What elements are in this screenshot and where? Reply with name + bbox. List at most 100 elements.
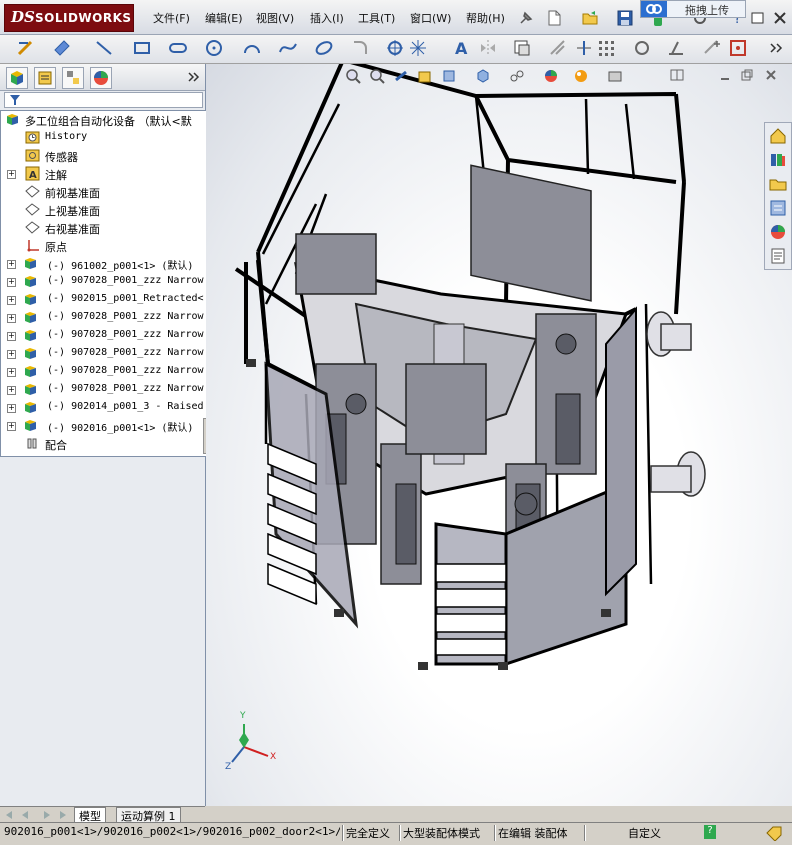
- expand-toggle-icon[interactable]: +: [7, 278, 16, 287]
- view-orientation-icon[interactable]: [441, 68, 457, 84]
- text-icon[interactable]: A: [452, 38, 472, 58]
- offset-entities-icon[interactable]: [512, 38, 532, 58]
- new-document-icon[interactable]: [544, 8, 564, 28]
- menu-tools[interactable]: 工具(T): [358, 10, 395, 26]
- sketch-icon[interactable]: [16, 38, 36, 58]
- expand-toggle-icon[interactable]: +: [7, 332, 16, 341]
- tree-item[interactable]: 上视基准面: [1, 201, 206, 219]
- close-document-icon[interactable]: [764, 68, 778, 82]
- toolbar-overflow-icon[interactable]: [766, 38, 786, 58]
- circle-icon[interactable]: [204, 38, 224, 58]
- tree-item[interactable]: + (-) 907028_P001_zzz Narrow: [1, 309, 206, 327]
- move-entities-icon[interactable]: [632, 38, 652, 58]
- slot-icon[interactable]: [168, 38, 188, 58]
- solidworks-resources-icon[interactable]: [768, 126, 788, 146]
- file-explorer-icon[interactable]: [768, 174, 788, 194]
- zoom-to-fit-icon[interactable]: [345, 68, 361, 84]
- rebuild-tag-icon[interactable]: [764, 825, 784, 842]
- pin-icon[interactable]: [516, 8, 536, 28]
- tree-item[interactable]: 传感器: [1, 147, 206, 165]
- display-style-icon[interactable]: [475, 68, 491, 84]
- custom-properties-icon[interactable]: [768, 246, 788, 266]
- panel-expand-icon[interactable]: [186, 69, 200, 85]
- tree-item[interactable]: History: [1, 129, 206, 147]
- menu-file[interactable]: 文件(F): [153, 10, 190, 26]
- tree-item[interactable]: 原点: [1, 237, 206, 255]
- status-units[interactable]: 自定义: [628, 825, 661, 841]
- tree-item[interactable]: + (-) 902016_p001<1> (默认): [1, 417, 206, 435]
- property-manager-tab-icon[interactable]: [34, 67, 56, 89]
- apply-scene-icon[interactable]: [573, 68, 589, 84]
- line-icon[interactable]: [94, 38, 114, 58]
- feature-tree-tab-icon[interactable]: [6, 67, 28, 89]
- ellipse-icon[interactable]: [314, 38, 334, 58]
- graphics-area[interactable]: Y X Z: [206, 64, 792, 806]
- tree-item[interactable]: 配合: [1, 435, 206, 453]
- tree-filter-field[interactable]: [4, 92, 203, 108]
- rectangle-icon[interactable]: [132, 38, 152, 58]
- centerline-icon[interactable]: [408, 38, 428, 58]
- linear-pattern-icon[interactable]: [596, 38, 616, 58]
- tree-item[interactable]: + A 注解: [1, 165, 206, 183]
- section-view-icon[interactable]: [417, 68, 433, 84]
- arc-icon[interactable]: [242, 38, 262, 58]
- menu-view[interactable]: 视图(V): [256, 10, 294, 26]
- tree-item[interactable]: + (-) 907028_P001_zzz Narrow: [1, 327, 206, 345]
- display-relations-icon[interactable]: [666, 38, 686, 58]
- solidworks-logo[interactable]: DS SOLIDWORKS: [4, 4, 134, 32]
- mirror-icon[interactable]: [478, 38, 498, 58]
- save-icon[interactable]: [615, 8, 635, 28]
- expand-toggle-icon[interactable]: +: [7, 386, 16, 395]
- expand-toggle-icon[interactable]: +: [7, 350, 16, 359]
- menu-help[interactable]: 帮助(H): [466, 10, 505, 26]
- add-relation-icon[interactable]: [702, 38, 722, 58]
- appearances-icon[interactable]: [768, 222, 788, 242]
- tree-item[interactable]: + (-) 961002_p001<1> (默认): [1, 255, 206, 273]
- repair-sketch-icon[interactable]: [728, 38, 748, 58]
- fillet-icon[interactable]: [350, 38, 370, 58]
- drag-upload-button[interactable]: 拖拽上传: [640, 0, 746, 18]
- view-palette-icon[interactable]: [768, 198, 788, 218]
- smart-dimension-icon[interactable]: [52, 38, 72, 58]
- configuration-manager-tab-icon[interactable]: [62, 67, 84, 89]
- expand-toggle-icon[interactable]: +: [7, 368, 16, 377]
- restore-document-icon[interactable]: [740, 68, 754, 82]
- restore-window-icon[interactable]: [748, 8, 768, 28]
- tab-scroll-arrows[interactable]: [4, 809, 70, 821]
- menu-insert[interactable]: 插入(I): [310, 10, 344, 26]
- tree-item[interactable]: + (-) 902014_p001_3 - Raised: [1, 399, 206, 417]
- zoom-to-area-icon[interactable]: [369, 68, 385, 84]
- menu-window[interactable]: 窗口(W): [410, 10, 451, 26]
- previous-view-icon[interactable]: [393, 68, 409, 84]
- tree-item[interactable]: 右视基准面: [1, 219, 206, 237]
- close-window-icon[interactable]: [770, 8, 790, 28]
- open-folder-icon[interactable]: [580, 8, 600, 28]
- design-library-icon[interactable]: [768, 150, 788, 170]
- expand-toggle-icon[interactable]: +: [7, 296, 16, 305]
- point-icon[interactable]: [385, 38, 405, 58]
- hide-show-items-icon[interactable]: [509, 68, 525, 84]
- expand-toggle-icon[interactable]: +: [7, 260, 16, 269]
- tree-root[interactable]: 多工位组合自动化设备 （默认<默: [1, 111, 206, 129]
- tree-item[interactable]: + (-) 907028_P001_zzz Narrow: [1, 363, 206, 381]
- tree-item[interactable]: + (-) 907028_P001_zzz Narrow: [1, 273, 206, 291]
- convert-entities-icon[interactable]: [548, 38, 568, 58]
- status-help-icon[interactable]: ?: [704, 825, 716, 839]
- menu-edit[interactable]: 编辑(E): [205, 10, 243, 26]
- expand-toggle-icon[interactable]: +: [7, 422, 16, 431]
- trim-icon[interactable]: [574, 38, 594, 58]
- minimize-document-icon[interactable]: [718, 68, 732, 82]
- view-settings-icon[interactable]: [607, 68, 623, 84]
- expand-toggle-icon[interactable]: +: [7, 170, 16, 179]
- tree-item[interactable]: 前视基准面: [1, 183, 206, 201]
- display-manager-tab-icon[interactable]: [90, 67, 112, 89]
- split-view-icon[interactable]: [670, 68, 684, 82]
- tree-item[interactable]: + (-) 907028_P001_zzz Narrow: [1, 345, 206, 363]
- tree-item[interactable]: + (-) 907028_P001_zzz Narrow: [1, 381, 206, 399]
- edit-appearance-icon[interactable]: [543, 68, 559, 84]
- tree-item[interactable]: + (-) 902015_p001_Retracted<: [1, 291, 206, 309]
- spline-icon[interactable]: [278, 38, 298, 58]
- filter-icon[interactable]: [9, 94, 23, 106]
- expand-toggle-icon[interactable]: +: [7, 314, 16, 323]
- expand-toggle-icon[interactable]: +: [7, 404, 16, 413]
